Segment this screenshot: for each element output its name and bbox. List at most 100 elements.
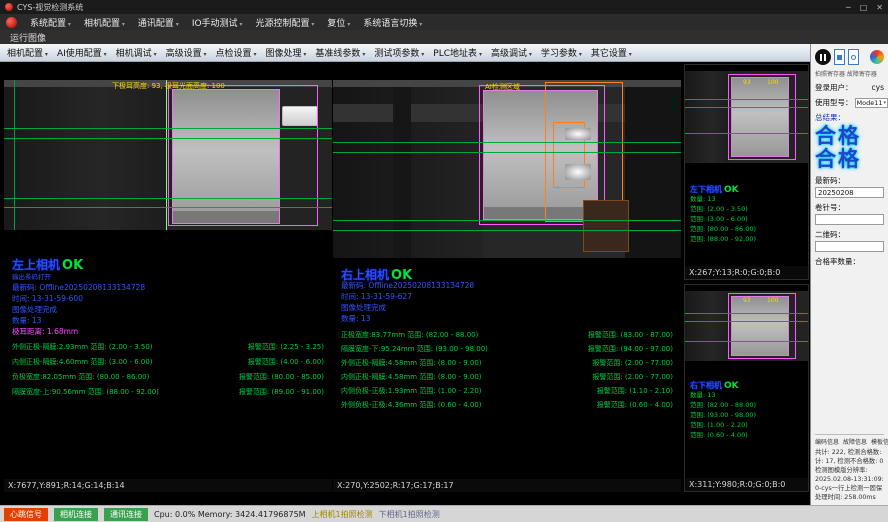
stat-line: 0-cys一行上检测一固保 xyxy=(815,484,884,493)
tab-run-image[interactable]: 运行图像 xyxy=(10,31,46,44)
title-bar: CYS-视觉检测系统 ─ □ ✕ xyxy=(0,0,888,14)
tool-plc-table[interactable]: PLC地址表 xyxy=(433,46,482,59)
guide-line xyxy=(4,207,332,208)
stat-line: 2025.02.08-13:31:09:40 xyxy=(815,475,884,484)
measure-value: 隔膜宽度-上:90.56mm 范围: (88.00 - 92.00) xyxy=(12,387,159,397)
minimize-button[interactable]: ─ xyxy=(846,3,851,12)
brand-logo-icon xyxy=(870,50,884,64)
measurement-row: 正极宽度:83.77mm 范围: (82.00 - 88.00)报警范围: (8… xyxy=(341,330,673,340)
app-logo-icon xyxy=(5,3,13,11)
guide-line xyxy=(685,341,808,342)
tool-other-settings[interactable]: 其它设置 xyxy=(591,46,632,59)
qr-value-field[interactable] xyxy=(815,241,884,252)
tool-baseline-params[interactable]: 基准线参数 xyxy=(315,46,365,59)
measure-value: 正极宽度:83.77mm 范围: (82.00 - 88.00) xyxy=(341,330,478,340)
tool-test-params[interactable]: 测试项参数 xyxy=(374,46,424,59)
app-logo-icon xyxy=(6,17,17,28)
tool-ai-config[interactable]: AI使用配置 xyxy=(57,46,107,59)
measurement-row: 隔膜宽度-上:90.56mm 范围: (88.00 - 92.00) 报警范围: … xyxy=(12,387,324,397)
camera-image: 下极耳高度: 93, 极耳光面高度: 100 xyxy=(4,80,332,230)
count-line: 数量: 13 xyxy=(341,313,370,324)
latest-code-line: 最新码: Offline20250208133134728 xyxy=(12,282,145,293)
camera-view-upper-left[interactable]: 下极耳高度: 93, 极耳光面高度: 100 左上相机OK 输出条码打开 最新码… xyxy=(4,64,332,492)
qr-label: 二维码： xyxy=(815,229,845,240)
tab-code-info[interactable]: 编码信息 xyxy=(815,437,839,446)
measure-line: 范围: (1.00 - 2.20) xyxy=(690,419,748,429)
tool-advanced-settings[interactable]: 高级设置 xyxy=(166,46,207,59)
window-title: CYS-视觉检测系统 xyxy=(17,2,83,13)
tab-strip: 运行图像 xyxy=(0,30,888,44)
qr-row: 二维码： xyxy=(815,229,884,240)
tab-template-info[interactable]: 模板信息 xyxy=(871,437,888,446)
tool-advanced-debug[interactable]: 高级调试 xyxy=(491,46,532,59)
measure-line: 数量: 13 xyxy=(690,389,716,399)
tool-learning-params[interactable]: 学习参数 xyxy=(541,46,582,59)
pin-row: 卷针号： xyxy=(815,202,884,213)
latest-code-label: 最新码： xyxy=(815,175,845,186)
guide-line xyxy=(685,321,808,322)
measure-line: 范围: (88.00 - 92.00) xyxy=(690,233,756,243)
alarm-range: 报警范围: (89.00 - 91.00) xyxy=(239,387,324,397)
menu-light-control[interactable]: 光源控制配置 xyxy=(255,16,314,29)
menu-reset[interactable]: 复位 xyxy=(327,16,350,29)
machinery-area xyxy=(685,71,729,163)
guide-line xyxy=(4,128,332,129)
login-row: 登录用户： cys xyxy=(815,82,884,93)
camera-view-lower-left[interactable]: 93 100 左下相机OK 数量: 13 范围: (2.00 - 3.50) 范… xyxy=(684,64,809,280)
pixel-coordinates: X:311;Y:980;R:0;G:0;B:0 xyxy=(685,478,808,491)
tool-camera-config[interactable]: 相机配置 xyxy=(7,46,48,59)
stat-line: 检测图模版分辨率: xyxy=(815,466,884,475)
overall-result-text: 合格 合格 xyxy=(815,125,884,171)
menu-comm-config[interactable]: 通讯配置 xyxy=(138,16,179,29)
model-select[interactable]: Mode11▾ xyxy=(855,98,888,108)
menu-camera-config[interactable]: 相机配置 xyxy=(84,16,125,29)
result-ok-badge: OK xyxy=(724,381,739,391)
record-button[interactable] xyxy=(848,49,859,65)
measurement-row: 外侧负极-正极:4.36mm 范围: (0.60 - 4.00)报警范围: (0… xyxy=(341,400,673,410)
guide-line xyxy=(685,313,808,314)
measurement-row: 内侧正极-隔膜:4.60mm 范围: (3.00 - 6.00)报警范围: (4… xyxy=(12,357,324,367)
stats-tabs: 编码信息 故障信息 模板信息 xyxy=(815,434,884,446)
measure-line: 范围: (80.00 - 86.00) xyxy=(690,223,756,233)
ai-region-label: AI检测区域 xyxy=(485,82,520,92)
lower-camera-status: 下相机1拍照检测 xyxy=(379,509,440,520)
pass-rate-label: 合格率数量： xyxy=(815,256,860,267)
model-row: 使用型号： Mode11▾ xyxy=(815,97,884,108)
tool-spot-check[interactable]: 点检设置 xyxy=(216,46,257,59)
tab-fault-info[interactable]: 故障信息 xyxy=(843,437,867,446)
camera-connected-badge: 相机连接 xyxy=(54,508,98,521)
measure-line: 范围: (0.60 - 4.00) xyxy=(690,429,748,439)
login-user-value: cys xyxy=(872,83,884,92)
pin-label: 卷针号： xyxy=(815,202,845,213)
alarm-range: 报警范围: (1.10 - 2.10) xyxy=(597,386,673,396)
camera-view-upper-right[interactable]: AI检测区域 右上相机OK 最新码: Offline20250208133134… xyxy=(333,64,681,492)
camera-image: 93 100 xyxy=(685,291,808,361)
measure-value: 内侧正极-隔膜:4.58mm 范围: (8.00 - 9.00) xyxy=(341,372,482,382)
guide-line xyxy=(685,107,808,108)
menu-system-config[interactable]: 系统配置 xyxy=(30,16,71,29)
heartbeat-badge: 心跳信号 xyxy=(4,508,48,521)
alarm-range: 报警范围: (94.00 - 97.00) xyxy=(588,344,673,354)
menu-language-switch[interactable]: 系统语言切换 xyxy=(363,16,422,29)
latest-code-line: 最新码: Offline20250208133134728 xyxy=(341,280,474,291)
pause-button[interactable] xyxy=(815,49,831,65)
camera-view-lower-right[interactable]: 93 100 右下相机OK 数量: 13 范围: (82.00 - 88.00)… xyxy=(684,284,809,492)
menu-io-test[interactable]: IO手动测试 xyxy=(192,16,243,29)
measure-line: 范围: (2.00 - 3.50) xyxy=(690,203,748,213)
measure-line: 范围: (93.00 - 98.00) xyxy=(690,409,756,419)
pin-value-field[interactable] xyxy=(815,214,884,225)
alarm-range: 报警范围: (2.00 - 77.00) xyxy=(592,372,673,382)
bright-feature xyxy=(565,128,591,140)
pause-icon xyxy=(820,54,822,61)
tool-image-processing[interactable]: 图像处理 xyxy=(265,46,306,59)
measurement-row: 外侧正极-隔膜:2.93mm 范围: (2.00 - 3.50)报警范围: (2… xyxy=(12,342,324,352)
capture-button[interactable] xyxy=(834,49,845,65)
cpu-memory-status: Cpu: 0.0% Memory: 3424.41796875M xyxy=(154,510,306,519)
maximize-button[interactable]: □ xyxy=(860,3,868,12)
tool-camera-debug[interactable]: 相机调试 xyxy=(116,46,157,59)
measurement-row: 内侧负极-正极:1.93mm 范围: (1.00 - 2.20)报警范围: (1… xyxy=(341,386,673,396)
rate-row: 合格率数量： xyxy=(815,256,884,267)
chevron-down-icon: ▾ xyxy=(883,100,886,106)
stat-line: 计: 17, 检测不合格数: 0, xyxy=(815,457,884,466)
close-button[interactable]: ✕ xyxy=(876,3,883,12)
